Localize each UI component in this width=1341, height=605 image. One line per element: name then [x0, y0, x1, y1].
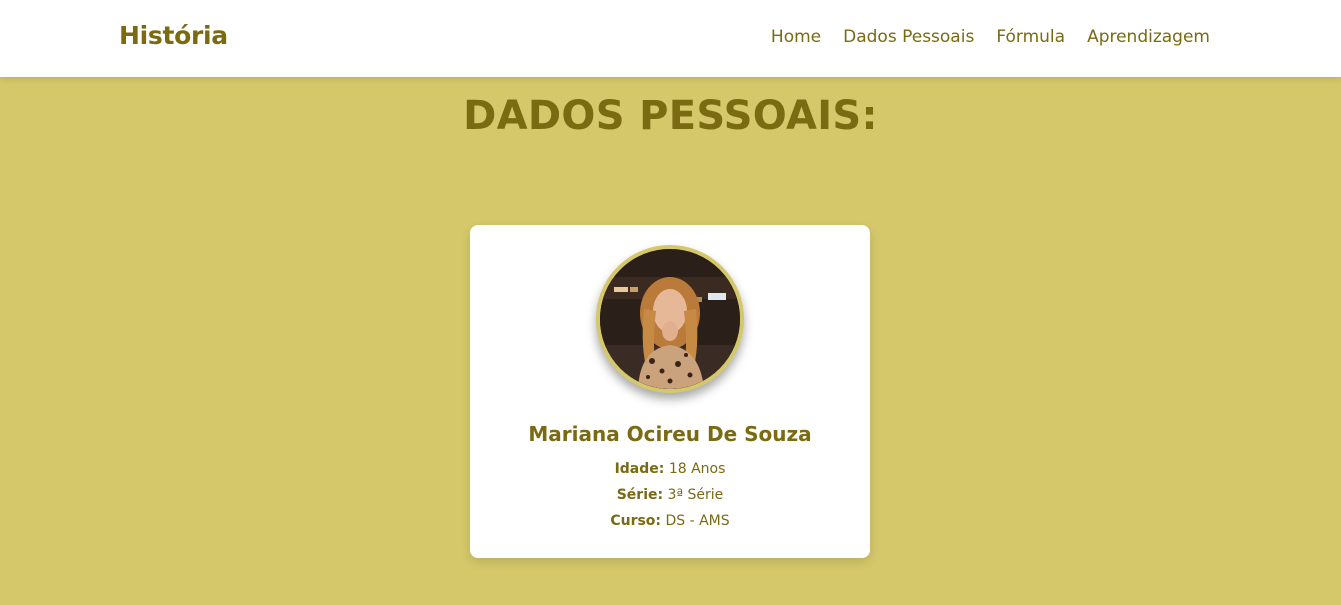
nav-link-dados-pessoais[interactable]: Dados Pessoais — [843, 27, 974, 47]
section-title: DADOS PESSOAIS: — [463, 93, 878, 139]
info-course: Curso: DS - AMS — [470, 513, 870, 529]
info-grade-value: 3ª Série — [667, 487, 724, 503]
nav-link-formula[interactable]: Fórmula — [996, 27, 1065, 47]
profile-card: Mariana Ocireu De Souza Idade: 18 Anos S… — [470, 225, 870, 558]
info-age-label: Idade: — [614, 461, 665, 477]
info-course-value: DS - AMS — [665, 513, 730, 529]
info-course-label: Curso: — [610, 513, 662, 529]
nav-link-aprendizagem[interactable]: Aprendizagem — [1087, 27, 1210, 47]
info-grade-label: Série: — [616, 487, 664, 503]
nav-links: Home Dados Pessoais Fórmula Aprendizagem — [771, 27, 1210, 47]
profile-name: Mariana Ocireu De Souza — [528, 422, 812, 446]
avatar-photo — [600, 249, 740, 389]
brand-logo[interactable]: História — [119, 21, 228, 50]
nav-link-home[interactable]: Home — [771, 27, 821, 47]
avatar — [596, 245, 744, 393]
info-age: Idade: 18 Anos — [470, 461, 870, 477]
info-age-value: 18 Anos — [668, 461, 726, 477]
info-grade: Série: 3ª Série — [470, 487, 870, 503]
top-navbar: História Home Dados Pessoais Fórmula Apr… — [0, 0, 1341, 77]
